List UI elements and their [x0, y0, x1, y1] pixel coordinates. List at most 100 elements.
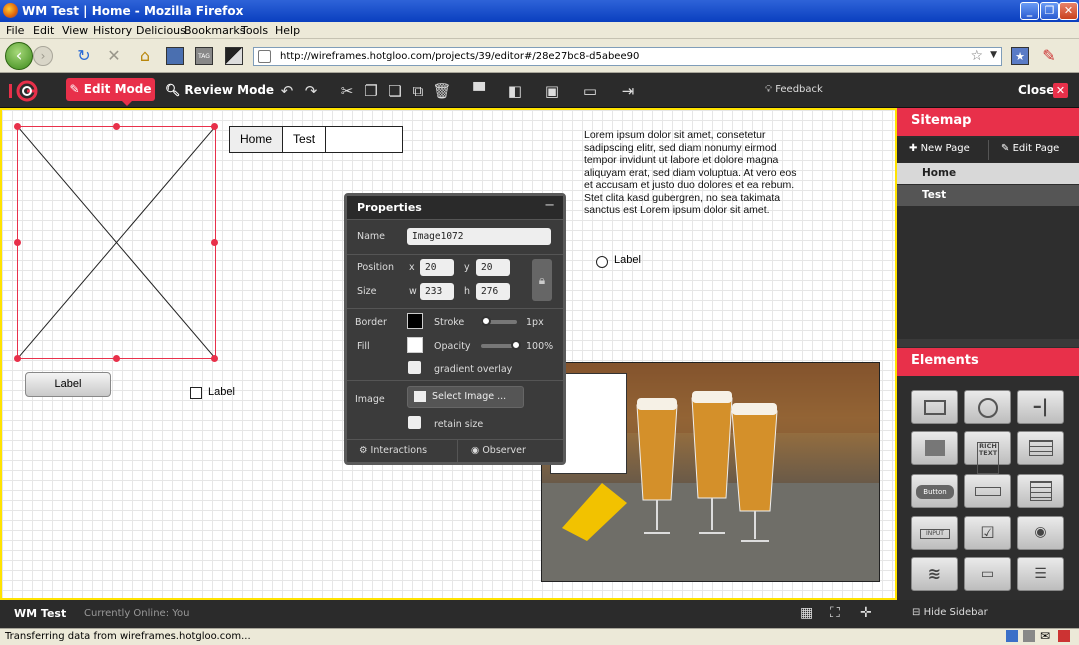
tab-empty[interactable]: [326, 127, 402, 152]
button-widget[interactable]: Label: [25, 372, 111, 397]
sidebar-resize-handle[interactable]: [897, 339, 1079, 347]
resize-handle[interactable]: [14, 355, 21, 362]
w-input[interactable]: 233: [420, 283, 454, 300]
page-test[interactable]: Test: [897, 185, 1079, 206]
h-input[interactable]: 276: [476, 283, 510, 300]
resize-handle[interactable]: [211, 123, 218, 130]
menu-history[interactable]: History: [93, 24, 132, 37]
tab-test[interactable]: Test: [283, 127, 327, 152]
copy-icon[interactable]: ❐: [361, 81, 381, 101]
bookmark-tool-icon[interactable]: [166, 47, 184, 65]
properties-header[interactable]: Properties −: [347, 196, 563, 220]
page-home[interactable]: Home: [897, 163, 1079, 184]
paste-icon[interactable]: ❏: [385, 81, 405, 101]
new-page-button[interactable]: ✚ New Page: [909, 143, 970, 154]
checkbox-widget[interactable]: [190, 387, 202, 399]
element-image[interactable]: [911, 431, 958, 465]
close-window-button[interactable]: ✕: [1059, 2, 1078, 20]
network-status-icon[interactable]: [1023, 630, 1035, 642]
url-dropdown-icon[interactable]: ▼: [990, 50, 997, 60]
gradient-overlay-checkbox[interactable]: [408, 361, 421, 374]
element-input[interactable]: INPUT: [911, 516, 958, 550]
menu-tools[interactable]: Tools: [241, 24, 268, 37]
element-button[interactable]: Button: [911, 474, 958, 508]
close-icon[interactable]: ✕: [1053, 83, 1068, 98]
cut-icon[interactable]: ✂: [337, 81, 357, 101]
retain-size-checkbox[interactable]: [408, 416, 421, 429]
element-circle[interactable]: [964, 390, 1011, 424]
addon-star-icon[interactable]: ★: [1011, 47, 1029, 65]
hide-sidebar-button[interactable]: ⊟ Hide Sidebar: [912, 607, 988, 618]
y-input[interactable]: 20: [476, 259, 510, 276]
menu-view[interactable]: View: [62, 24, 88, 37]
element-table[interactable]: [1017, 431, 1064, 465]
redo-icon[interactable]: ↷: [301, 81, 321, 101]
element-tree[interactable]: ☰: [1017, 557, 1064, 591]
mail-icon[interactable]: ✉: [1040, 629, 1050, 643]
fill-color-swatch[interactable]: [407, 337, 423, 353]
resize-handle[interactable]: [211, 239, 218, 246]
observer-button[interactable]: ◉ Observer: [471, 445, 526, 456]
delete-icon[interactable]: 🗑︎: [432, 81, 452, 101]
properties-panel[interactable]: Properties − Name Image1072 Position x 2…: [344, 193, 566, 465]
element-layers[interactable]: ≋: [911, 557, 958, 591]
home-icon[interactable]: ⌂: [136, 47, 154, 65]
x-input[interactable]: 20: [420, 259, 454, 276]
url-bar[interactable]: http://wireframes.hotgloo.com/projects/3…: [253, 47, 1002, 66]
screenshot-icon[interactable]: [225, 47, 243, 65]
back-button[interactable]: ‹: [5, 42, 33, 70]
addon-pen-icon[interactable]: ✎: [1040, 47, 1058, 65]
forward-button[interactable]: ›: [33, 46, 53, 66]
lock-aspect-icon[interactable]: 🔒︎: [532, 259, 552, 301]
grid-icon[interactable]: ▦: [800, 605, 813, 621]
element-dropdown[interactable]: [964, 474, 1011, 508]
resize-handle[interactable]: [113, 355, 120, 362]
resize-handle[interactable]: [14, 123, 21, 130]
resize-handle[interactable]: [113, 123, 120, 130]
resize-handle[interactable]: [211, 355, 218, 362]
reload-icon[interactable]: ↻: [75, 47, 93, 65]
element-line[interactable]: –|: [1017, 390, 1064, 424]
image-placeholder[interactable]: [17, 126, 216, 359]
menu-help[interactable]: Help: [275, 24, 300, 37]
undo-icon[interactable]: ↶: [277, 81, 297, 101]
stop-icon[interactable]: ✕: [105, 47, 123, 65]
element-rich-text[interactable]: RICH TEXT: [964, 431, 1011, 474]
stroke-slider-knob[interactable]: [481, 316, 491, 326]
element-menu[interactable]: ▭: [964, 557, 1011, 591]
element-list[interactable]: [1017, 474, 1064, 508]
feedback-button[interactable]: 💡︎ Feedback: [765, 84, 823, 95]
align-icon[interactable]: ▀: [469, 81, 489, 101]
minimize-button[interactable]: _: [1020, 2, 1039, 20]
interactions-button[interactable]: ⚙ Interactions: [359, 445, 427, 456]
review-mode-button[interactable]: 🔍︎ Review Mode: [165, 83, 274, 97]
duplicate-icon[interactable]: ⧉: [408, 81, 428, 101]
edit-page-button[interactable]: ✎ Edit Page: [1001, 143, 1059, 154]
select-image-button[interactable]: Select Image ...: [407, 386, 524, 408]
resize-handle[interactable]: [14, 239, 21, 246]
adblock-icon[interactable]: [1058, 630, 1070, 642]
tab-navigation-widget[interactable]: Home Test: [229, 126, 404, 153]
element-radio[interactable]: ◉: [1017, 516, 1064, 550]
radio-widget[interactable]: [596, 256, 608, 268]
menu-delicious[interactable]: Delicious: [136, 24, 186, 37]
menu-bookmarks[interactable]: Bookmarks: [184, 24, 245, 37]
grid-toggle-icon[interactable]: ▭: [580, 81, 600, 101]
close-label[interactable]: Close: [1018, 83, 1054, 97]
addon-status-icon[interactable]: [1006, 630, 1018, 642]
name-input[interactable]: Image1072: [407, 228, 551, 245]
opacity-slider-knob[interactable]: [511, 340, 521, 350]
image-icon[interactable]: ▣: [542, 81, 562, 101]
collapse-icon[interactable]: −: [544, 198, 555, 213]
maximize-button[interactable]: ❐: [1040, 2, 1059, 20]
arrange-icon[interactable]: ◧: [505, 81, 525, 101]
crosshair-icon[interactable]: ✛: [860, 605, 872, 621]
text-block[interactable]: Lorem ipsum dolor sit amet, consetetur s…: [584, 129, 799, 217]
tag-icon[interactable]: TAG: [195, 47, 213, 65]
element-checkbox[interactable]: ☑: [964, 516, 1011, 550]
export-icon[interactable]: ⇥: [618, 81, 638, 101]
element-rectangle[interactable]: [911, 390, 958, 424]
edit-mode-button[interactable]: ✎ Edit Mode: [66, 78, 155, 106]
menu-file[interactable]: File: [6, 24, 24, 37]
fit-screen-icon[interactable]: ⛶: [830, 605, 840, 621]
